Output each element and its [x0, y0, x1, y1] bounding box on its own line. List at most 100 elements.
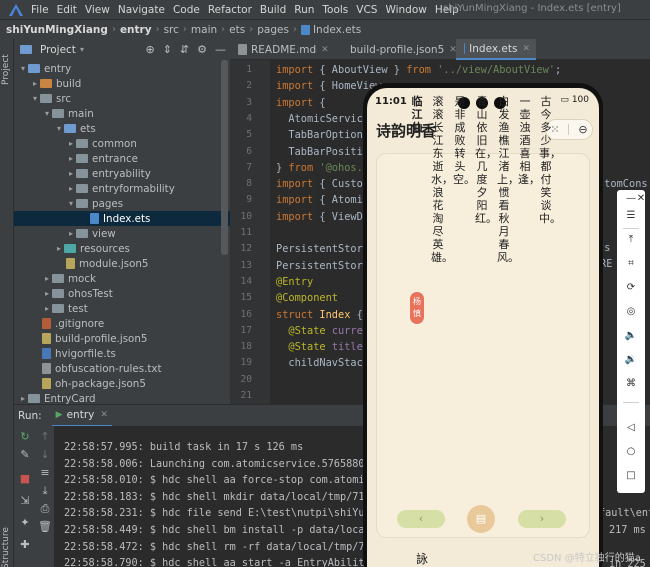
crumb-module[interactable]: entry	[120, 24, 152, 36]
menu-window[interactable]: Window	[385, 4, 426, 16]
code-line[interactable]: TabBarPositio	[276, 146, 369, 158]
crop-icon[interactable]: ⌗	[617, 258, 645, 269]
code-line[interactable]: @Entry	[276, 276, 313, 288]
arrow-up-icon[interactable]: ↑	[38, 430, 52, 443]
hide-icon[interactable]: —	[215, 43, 226, 56]
tree-item[interactable]: ▸ common	[14, 136, 230, 151]
chevron-right-icon[interactable]: ▸	[66, 229, 76, 238]
menu-file[interactable]: File	[31, 4, 49, 16]
tree-item[interactable]: build-profile.json5	[14, 331, 230, 346]
chevron-down-icon[interactable]: ▾	[42, 109, 52, 118]
settings-icon[interactable]: ✦	[18, 516, 32, 529]
menu-edit[interactable]: Edit	[57, 4, 77, 16]
code-line[interactable]: import { ViewDa	[276, 211, 369, 223]
chevron-down-icon[interactable]: ▾	[30, 94, 40, 103]
tree-item[interactable]: Index.ets	[14, 211, 230, 226]
code-line[interactable]: import { HomeView	[276, 80, 381, 92]
close-icon[interactable]: ✕	[627, 193, 650, 204]
crumb-main[interactable]: main	[191, 24, 217, 36]
chevron-right-icon[interactable]: ▸	[42, 289, 52, 298]
project-tool-button[interactable]: Project	[1, 54, 11, 85]
pin-top-icon[interactable]: ⤒	[617, 234, 645, 245]
tree-item[interactable]: ▸ resources	[14, 241, 230, 256]
menu-code[interactable]: Code	[173, 4, 200, 16]
code-line[interactable]: import { AboutView } from '../view/About…	[276, 64, 561, 76]
locate-icon[interactable]: ⊕	[145, 43, 154, 56]
tree-item[interactable]: ▸ ohosTest	[14, 286, 230, 301]
code-line[interactable]: import { Custom	[276, 178, 369, 190]
chevron-right-icon[interactable]: ▸	[54, 244, 64, 253]
tab-readme[interactable]: README.md ✕	[230, 39, 338, 60]
code-line[interactable]: TabBarOptions	[276, 129, 369, 141]
tab-index[interactable]: Index.ets ✕	[456, 39, 536, 60]
tree-scrollbar[interactable]	[221, 60, 228, 255]
stop-icon[interactable]: ■	[18, 472, 32, 485]
volume-down-icon[interactable]: 🔉	[617, 354, 645, 365]
collapse-all-icon[interactable]: ⇵	[180, 43, 189, 56]
code-line[interactable]: AtomicService	[276, 113, 369, 125]
tree-item[interactable]: ▾ entry	[14, 61, 230, 76]
menu-vcs[interactable]: VCS	[356, 4, 377, 16]
rerun-icon[interactable]: ↻	[18, 430, 32, 443]
next-poem-button[interactable]: ›	[518, 510, 566, 528]
tree-item[interactable]: ▸ entryformability	[14, 181, 230, 196]
crumb-file[interactable]: Index.ets	[313, 24, 361, 36]
scroll-end-icon[interactable]: ⤓	[38, 484, 52, 498]
prev-poem-button[interactable]: ‹	[397, 510, 445, 528]
trash-icon[interactable]: 🗑	[38, 520, 52, 533]
code-line[interactable]: import { Atomic	[276, 194, 369, 206]
project-panel-title[interactable]: Project	[40, 44, 76, 56]
recents-icon[interactable]: □	[617, 470, 645, 481]
soft-wrap-icon[interactable]: ≡	[38, 466, 52, 479]
menu-run[interactable]: Run	[294, 4, 314, 16]
close-circle-icon[interactable]: ⊖	[578, 123, 587, 136]
tree-item[interactable]: ▸ build	[14, 76, 230, 91]
location-icon[interactable]: ◎	[617, 306, 645, 317]
tree-item[interactable]: module.json5	[14, 256, 230, 271]
chevron-right-icon[interactable]: ▸	[66, 154, 76, 163]
structure-tool-button[interactable]: Structure	[1, 527, 11, 567]
rotate-icon[interactable]: ⟳	[617, 282, 645, 293]
code-line[interactable]: @State title	[276, 341, 362, 353]
crumb-src[interactable]: src	[164, 24, 179, 36]
crumb-ets[interactable]: ets	[229, 24, 245, 36]
tree-item[interactable]: ▾ src	[14, 91, 230, 106]
volume-up-icon[interactable]: 🔈	[617, 330, 645, 341]
chevron-right-icon[interactable]: ▸	[30, 79, 40, 88]
close-icon[interactable]: ✕	[522, 44, 530, 54]
tree-item[interactable]: ▸ entryability	[14, 166, 230, 181]
home-tab-icon[interactable]: 詠	[416, 550, 428, 567]
menu-tools[interactable]: Tools	[322, 4, 348, 16]
arrow-down-icon[interactable]: ↓	[38, 448, 52, 461]
tree-item[interactable]: hvigorfile.ts	[14, 346, 230, 361]
pin-icon[interactable]: ✚	[18, 538, 32, 551]
code-line[interactable]: import {	[276, 97, 326, 109]
tree-item[interactable]: oh-package.json5	[14, 376, 230, 391]
run-tab-entry[interactable]: ▶ entry ✕	[51, 405, 112, 427]
code-line[interactable]: } from '@ohos.a	[276, 162, 369, 174]
crumb-project[interactable]: shiYunMingXiang	[6, 24, 108, 36]
wrench-icon[interactable]: ✎	[18, 448, 32, 461]
chevron-right-icon[interactable]: ▸	[42, 304, 52, 313]
chevron-down-icon[interactable]: ▾	[80, 45, 84, 54]
menu-build[interactable]: Build	[260, 4, 286, 16]
chevron-right-icon[interactable]: ▸	[42, 274, 52, 283]
chevron-down-icon[interactable]: ▾	[54, 124, 64, 133]
tree-item[interactable]: ▸ EntryCard	[14, 391, 230, 405]
tree-item[interactable]: .gitignore	[14, 316, 230, 331]
tree-item[interactable]: obfuscation-rules.txt	[14, 361, 230, 376]
code-line[interactable]: PersistentStora	[276, 243, 369, 255]
print-icon[interactable]: ⎙	[38, 502, 52, 516]
gear-icon[interactable]: ⚙	[197, 43, 207, 56]
back-icon[interactable]: ◁	[617, 422, 645, 433]
menu-view[interactable]: View	[85, 4, 110, 16]
menu-icon[interactable]: ☰	[617, 210, 645, 221]
code-line[interactable]: childNavStack	[276, 357, 369, 369]
tree-item[interactable]: ▸ mock	[14, 271, 230, 286]
fingerprint-icon[interactable]: ⌘	[617, 378, 645, 389]
code-line[interactable]: struct Index {	[276, 309, 363, 321]
tree-item[interactable]: ▸ view	[14, 226, 230, 241]
close-icon[interactable]: ✕	[321, 45, 329, 55]
chevron-down-icon[interactable]: ▾	[18, 64, 28, 73]
menu-navigate[interactable]: Navigate	[118, 4, 165, 16]
